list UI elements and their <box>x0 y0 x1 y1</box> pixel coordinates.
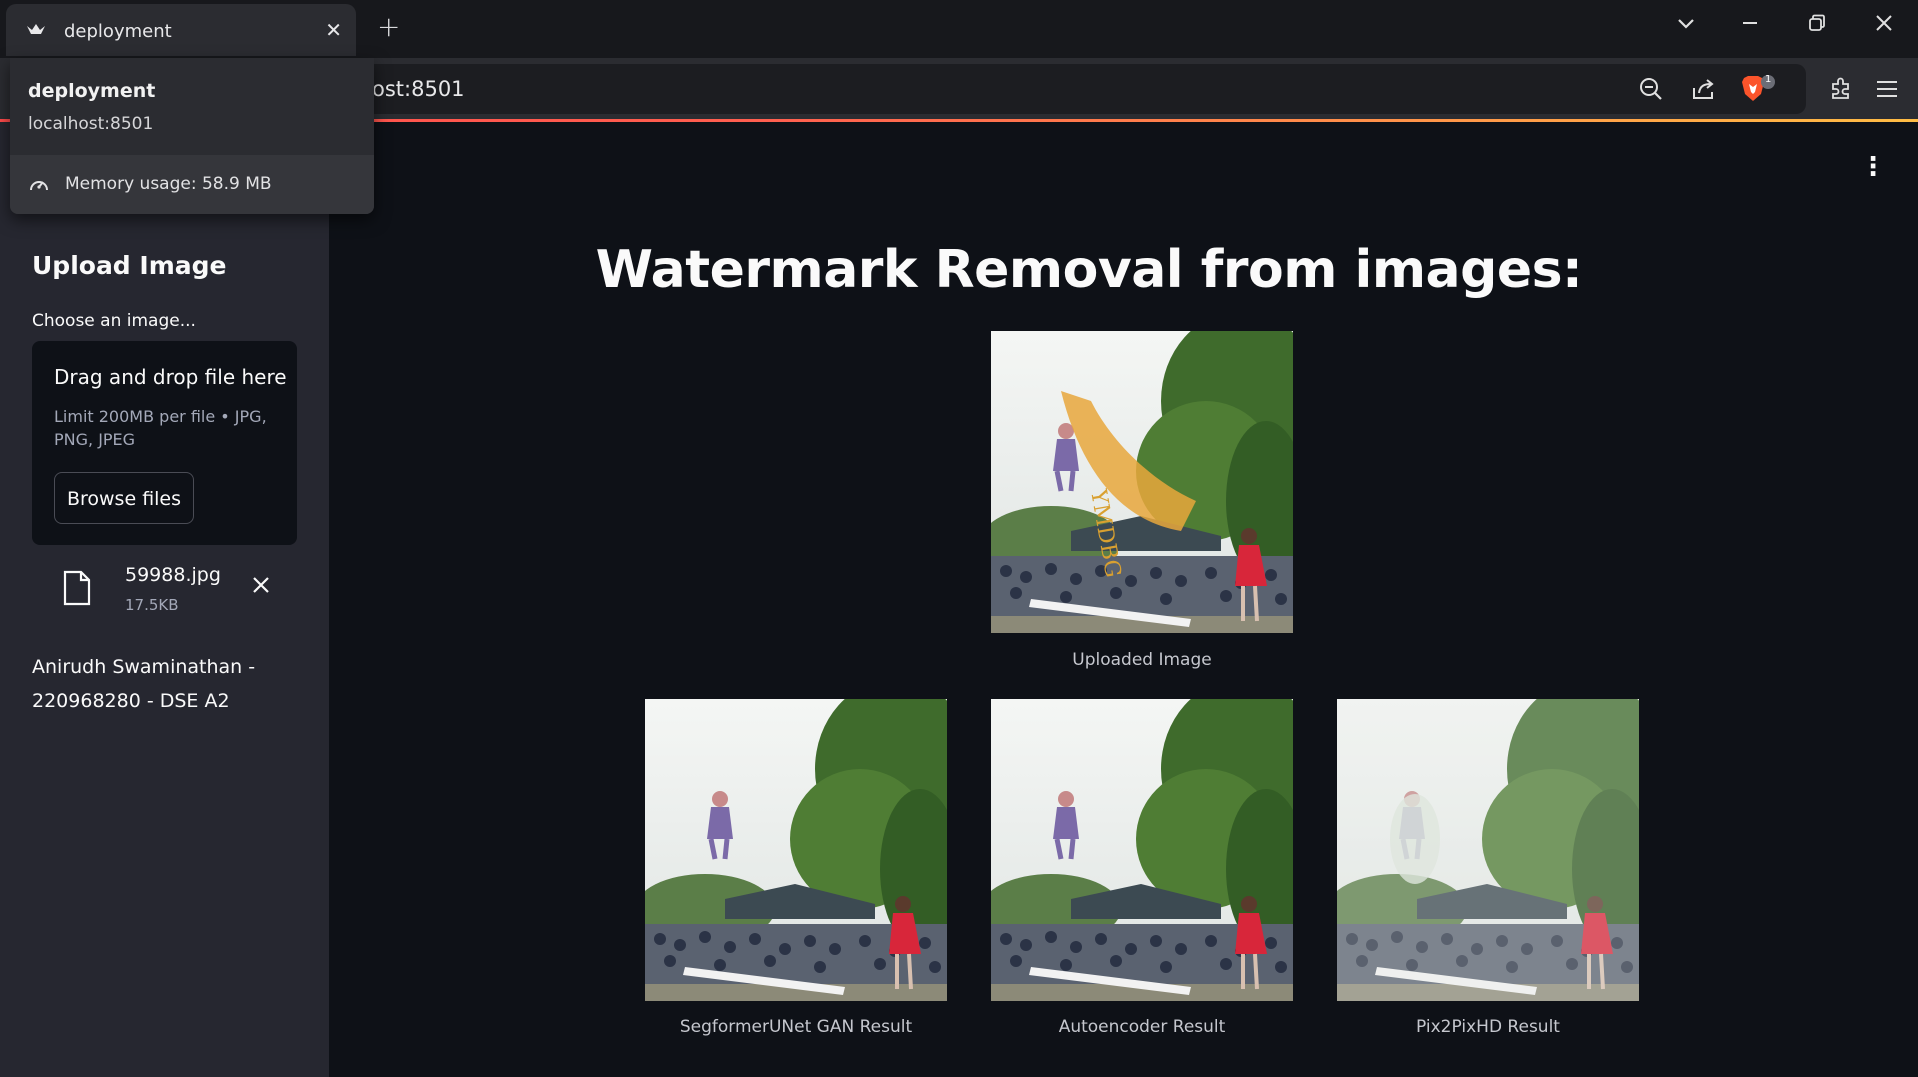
main-menu-kebab-icon[interactable]: ⋮ <box>1860 154 1886 180</box>
uploaded-image: YMDBG <box>991 331 1293 633</box>
streamlit-crown-icon <box>26 22 46 42</box>
tab-strip: deployment ✕ + <box>0 0 1918 58</box>
memory-usage-row: Memory usage: 58.9 MB <box>10 155 374 214</box>
tab-search-chevron-icon[interactable] <box>1676 12 1696 42</box>
extension-badge: 1 <box>1765 74 1772 85</box>
file-size: 17.5KB <box>125 596 179 614</box>
pix2pixhd-result-caption: Pix2PixHD Result <box>1416 1017 1560 1037</box>
remove-file-icon[interactable] <box>250 574 272 602</box>
uploader-label: Choose an image... <box>32 311 196 331</box>
tab-title: deployment <box>64 21 172 42</box>
close-window-icon[interactable] <box>1874 12 1894 42</box>
share-icon[interactable] <box>1690 76 1716 102</box>
hover-card-title: deployment <box>28 80 156 102</box>
file-dropzone[interactable]: Drag and drop file here Limit 200MB per … <box>32 341 297 545</box>
browse-files-button[interactable]: Browse files <box>54 472 194 524</box>
sidebar-heading: Upload Image <box>32 251 227 280</box>
author-credit: Anirudh Swaminathan - 220968280 - DSE A2 <box>32 656 256 712</box>
sidebar: Upload Image Choose an image... Drag and… <box>0 122 329 1077</box>
dropzone-limit: Limit 200MB per file • JPG, PNG, JPEG <box>54 407 267 449</box>
uploaded-image-caption: Uploaded Image <box>1072 650 1212 670</box>
memory-usage-text: Memory usage: 58.9 MB <box>65 174 272 194</box>
dropzone-title: Drag and drop file here <box>54 365 287 389</box>
pix2pixhd-result-image <box>1337 699 1639 1001</box>
uploaded-file-row: 59988.jpg 17.5KB <box>32 560 297 630</box>
file-name: 59988.jpg <box>125 564 221 586</box>
hover-card-url: localhost:8501 <box>28 114 154 134</box>
new-tab-icon[interactable]: + <box>377 12 400 42</box>
page-title: Watermark Removal from images: <box>595 240 1583 300</box>
restore-icon[interactable] <box>1807 12 1827 42</box>
browser-tab[interactable]: deployment ✕ <box>6 4 356 56</box>
file-icon <box>62 570 92 610</box>
close-tab-icon[interactable]: ✕ <box>325 20 342 40</box>
segformer-result-image <box>645 699 947 1001</box>
minimize-icon[interactable] <box>1740 12 1760 42</box>
address-bar[interactable]: ost:8501 1 <box>320 64 1806 114</box>
extensions-puzzle-icon[interactable] <box>1828 76 1854 102</box>
menu-hamburger-icon[interactable] <box>1874 76 1900 102</box>
autoencoder-result-caption: Autoencoder Result <box>1058 1017 1226 1037</box>
tab-hover-card: deployment localhost:8501 Memory usage: … <box>10 58 374 214</box>
zoom-out-icon[interactable] <box>1638 76 1664 102</box>
autoencoder-result-image <box>991 699 1293 1001</box>
brave-shields-icon[interactable]: 1 <box>1740 74 1776 101</box>
address-text: ost:8501 <box>372 77 465 101</box>
segformer-result-caption: SegformerUNet GAN Result <box>679 1017 913 1037</box>
gauge-icon <box>28 175 50 197</box>
